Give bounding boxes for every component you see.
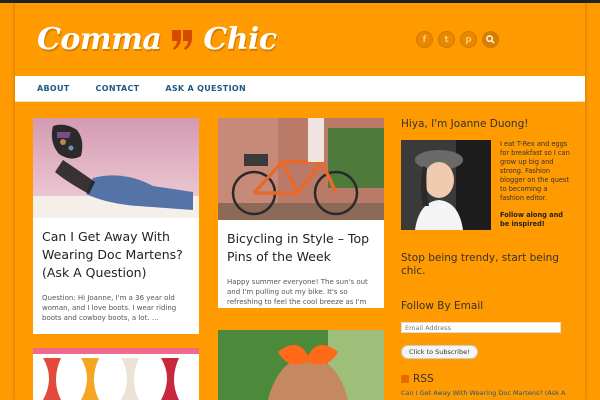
- page: Comma Chic f t p ABOUT CONTACT ASK A QUE…: [15, 3, 585, 400]
- rss-link[interactable]: Can I Get Away With Wearing Doc Martens?…: [401, 389, 576, 397]
- site-logo[interactable]: Comma Chic: [37, 19, 277, 59]
- post-image-doc-martens[interactable]: [33, 118, 199, 218]
- nav-ask-a-question[interactable]: ASK A QUESTION: [165, 84, 246, 93]
- post-title[interactable]: Bicycling in Style – Top Pins of the Wee…: [218, 230, 384, 266]
- nav-contact[interactable]: CONTACT: [96, 84, 140, 93]
- rss-widget: RSS: [401, 373, 571, 385]
- logo-text-right: Chic: [203, 21, 277, 57]
- comma-logo-icon: [169, 26, 195, 52]
- pinterest-icon[interactable]: p: [460, 31, 477, 48]
- main-nav: ABOUT CONTACT ASK A QUESTION: [15, 76, 585, 102]
- about-heading: Hiya, I'm Joanne Duong!: [401, 118, 529, 130]
- post-excerpt: Question: Hi Joanne, I'm a 36 year old w…: [42, 294, 177, 322]
- about-description: I eat T-Rex and eggs for breakfast so I …: [500, 140, 570, 202]
- avatar: [401, 140, 491, 230]
- post-card[interactable]: Can I Get Away With Wearing Doc Martens?…: [33, 118, 199, 334]
- post-card[interactable]: [33, 348, 199, 400]
- post-excerpt: Happy summer everyone! The sun's out and…: [227, 278, 368, 306]
- nav-about[interactable]: ABOUT: [37, 84, 70, 93]
- post-image-orange-bow[interactable]: [218, 330, 384, 400]
- follow-by-email-heading: Follow By Email: [401, 300, 484, 312]
- subscribe-button[interactable]: Click to Subscribe!: [401, 344, 478, 359]
- sidebar: Hiya, I'm Joanne Duong! I eat T-Rex and …: [401, 118, 571, 397]
- logo-text-left: Comma: [37, 21, 162, 57]
- tagline: Stop being trendy, start being chic.: [401, 252, 559, 277]
- search-icon[interactable]: [482, 31, 499, 48]
- twitter-icon[interactable]: t: [438, 31, 455, 48]
- about-text-block: I eat T-Rex and eggs for breakfast so I …: [491, 140, 571, 230]
- post-card[interactable]: [218, 330, 384, 400]
- rss-heading: RSS: [413, 372, 434, 385]
- post-image-bicycle[interactable]: [218, 118, 384, 220]
- facebook-icon[interactable]: f: [416, 31, 433, 48]
- post-card[interactable]: Bicycling in Style – Top Pins of the Wee…: [218, 118, 384, 308]
- post-title[interactable]: Can I Get Away With Wearing Doc Martens?…: [33, 228, 199, 282]
- about-cta: Follow along and be inspired!: [500, 211, 564, 228]
- email-input[interactable]: [401, 322, 561, 333]
- social-icons: f t p: [416, 31, 499, 48]
- rss-icon[interactable]: [401, 374, 409, 383]
- post-image-scarves[interactable]: [33, 348, 199, 400]
- about-widget: I eat T-Rex and eggs for breakfast so I …: [401, 140, 571, 230]
